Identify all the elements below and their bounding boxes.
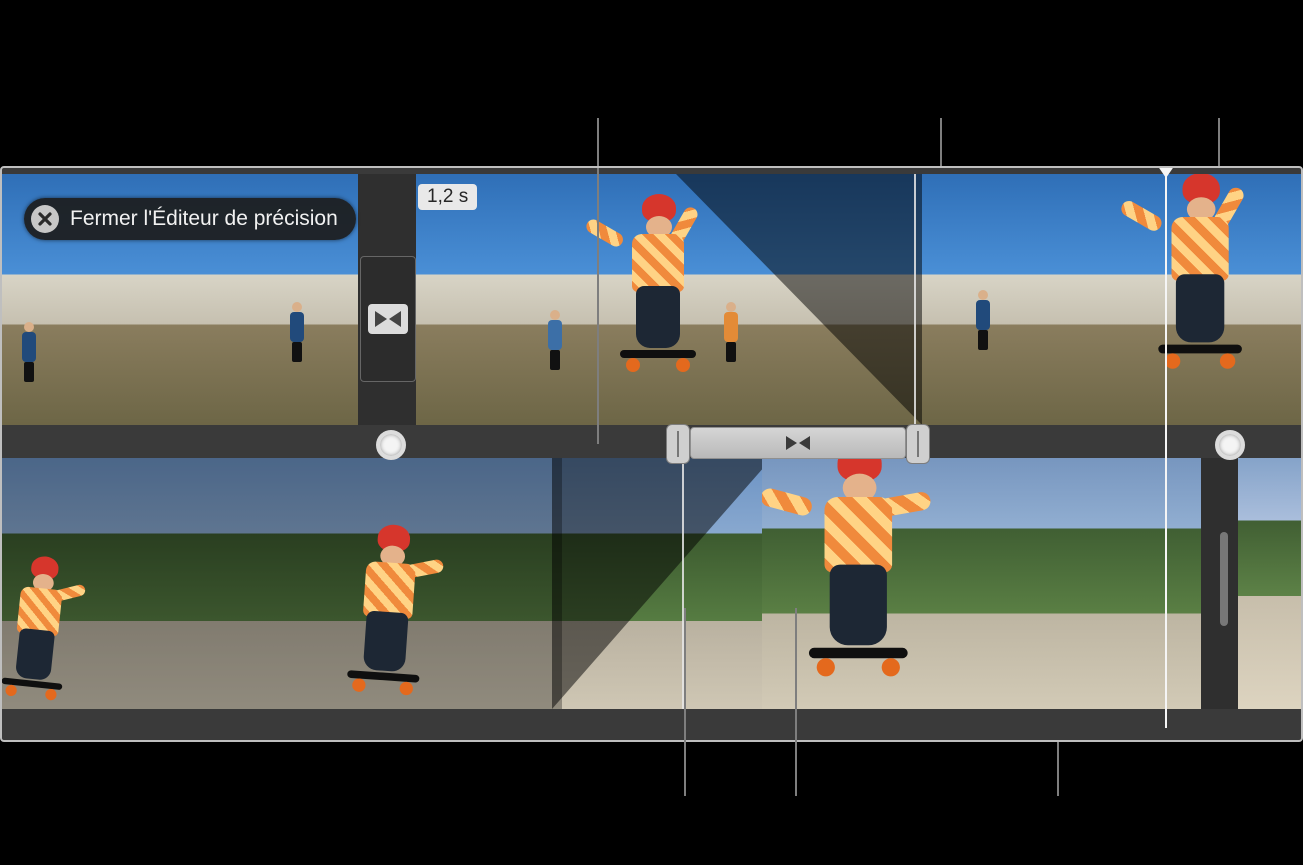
transition-bowtie-small-icon: [784, 434, 812, 452]
callout-top-1: [597, 118, 599, 166]
callout-top-3: [1218, 118, 1220, 166]
transition-bowtie-icon: [373, 309, 403, 329]
playhead-marker[interactable]: [1155, 166, 1177, 178]
close-icon: [30, 204, 60, 234]
clip-end-dot-left[interactable]: [376, 430, 406, 460]
callout-bottom-3: [1057, 742, 1059, 796]
close-button-label: Fermer l'Éditeur de précision: [70, 207, 338, 231]
callout-bottom-2: [795, 608, 797, 796]
transition-bar[interactable]: [690, 427, 906, 459]
transition-duration-badge: 1,2 s: [418, 184, 477, 210]
bottom-track: [2, 458, 1301, 709]
clip-end-dot-right[interactable]: [1215, 430, 1245, 460]
clip-incoming-top[interactable]: 1,2 s: [416, 174, 1303, 425]
callout-top-1-inner: [597, 168, 599, 444]
transition-handle-right[interactable]: [906, 424, 930, 464]
clip-trailing[interactable]: [1238, 458, 1303, 709]
transition-handle-left[interactable]: [666, 424, 690, 464]
scroll-handle[interactable]: [1220, 532, 1228, 626]
close-precision-editor-button[interactable]: Fermer l'Éditeur de précision: [24, 198, 356, 240]
precision-editor: 1,2 s: [0, 166, 1303, 742]
clip-outgoing-bottom[interactable]: [2, 458, 1201, 709]
callout-top-2: [940, 118, 942, 166]
transition-well[interactable]: [360, 256, 416, 382]
callout-bottom-1: [684, 608, 686, 796]
